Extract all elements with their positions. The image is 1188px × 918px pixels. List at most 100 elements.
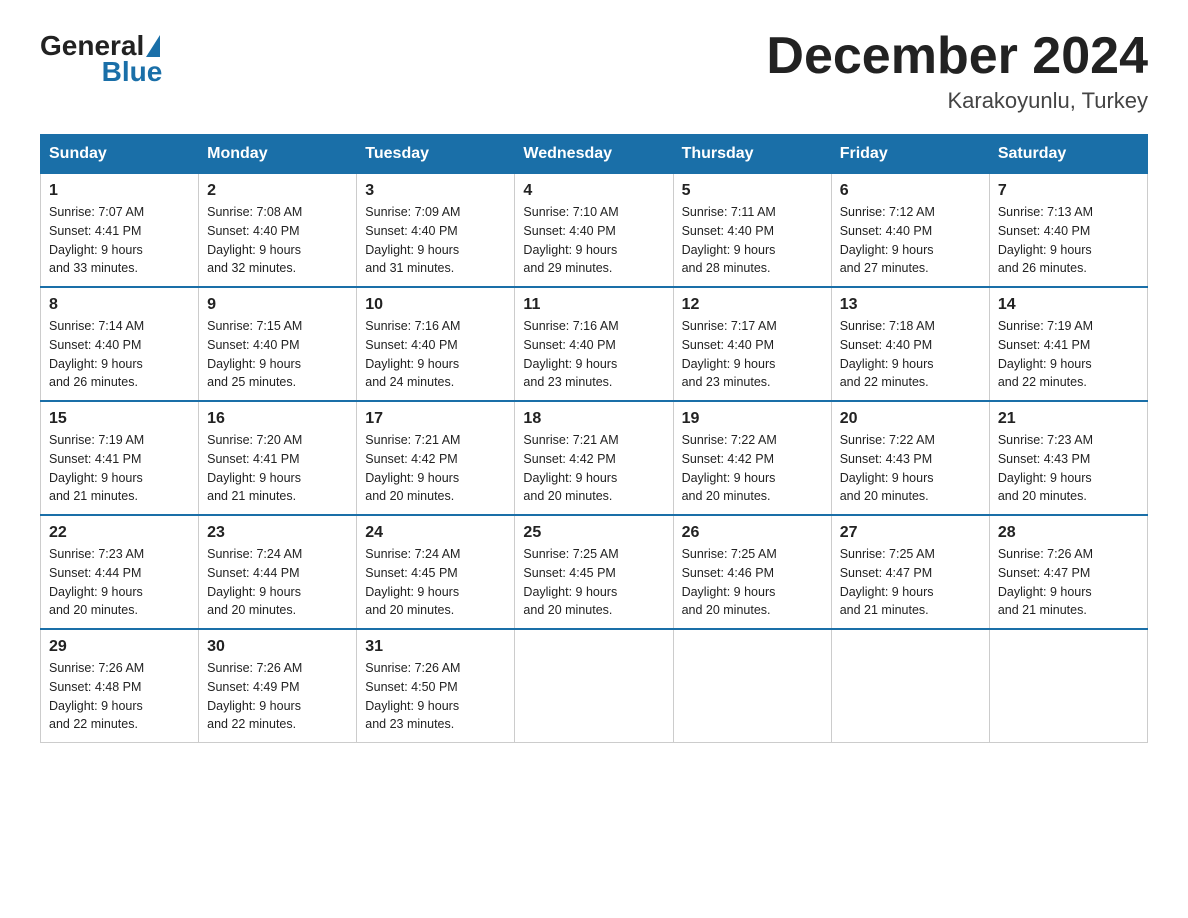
table-row bbox=[673, 629, 831, 743]
day-number: 2 bbox=[207, 182, 348, 200]
table-row: 11 Sunrise: 7:16 AM Sunset: 4:40 PM Dayl… bbox=[515, 287, 673, 401]
logo: General Blue bbox=[40, 30, 162, 88]
table-row bbox=[515, 629, 673, 743]
calendar-week-5: 29 Sunrise: 7:26 AM Sunset: 4:48 PM Dayl… bbox=[41, 629, 1148, 743]
day-info: Sunrise: 7:21 AM Sunset: 4:42 PM Dayligh… bbox=[523, 431, 664, 506]
day-number: 23 bbox=[207, 524, 348, 542]
table-row bbox=[831, 629, 989, 743]
header-row: Sunday Monday Tuesday Wednesday Thursday… bbox=[41, 135, 1148, 174]
page-header: General Blue December 2024 Karakoyunlu, … bbox=[40, 30, 1148, 114]
table-row: 5 Sunrise: 7:11 AM Sunset: 4:40 PM Dayli… bbox=[673, 174, 831, 288]
day-info: Sunrise: 7:09 AM Sunset: 4:40 PM Dayligh… bbox=[365, 203, 506, 278]
day-number: 3 bbox=[365, 182, 506, 200]
day-number: 31 bbox=[365, 638, 506, 656]
day-number: 30 bbox=[207, 638, 348, 656]
table-row: 28 Sunrise: 7:26 AM Sunset: 4:47 PM Dayl… bbox=[989, 515, 1147, 629]
day-info: Sunrise: 7:24 AM Sunset: 4:45 PM Dayligh… bbox=[365, 545, 506, 620]
day-number: 4 bbox=[523, 182, 664, 200]
table-row: 13 Sunrise: 7:18 AM Sunset: 4:40 PM Dayl… bbox=[831, 287, 989, 401]
table-row: 26 Sunrise: 7:25 AM Sunset: 4:46 PM Dayl… bbox=[673, 515, 831, 629]
month-title: December 2024 bbox=[766, 30, 1148, 82]
table-row: 16 Sunrise: 7:20 AM Sunset: 4:41 PM Dayl… bbox=[199, 401, 357, 515]
day-number: 28 bbox=[998, 524, 1139, 542]
day-number: 29 bbox=[49, 638, 190, 656]
title-area: December 2024 Karakoyunlu, Turkey bbox=[766, 30, 1148, 114]
day-info: Sunrise: 7:11 AM Sunset: 4:40 PM Dayligh… bbox=[682, 203, 823, 278]
day-number: 7 bbox=[998, 182, 1139, 200]
day-number: 14 bbox=[998, 296, 1139, 314]
table-row: 27 Sunrise: 7:25 AM Sunset: 4:47 PM Dayl… bbox=[831, 515, 989, 629]
day-info: Sunrise: 7:23 AM Sunset: 4:44 PM Dayligh… bbox=[49, 545, 190, 620]
day-info: Sunrise: 7:26 AM Sunset: 4:50 PM Dayligh… bbox=[365, 659, 506, 734]
table-row: 1 Sunrise: 7:07 AM Sunset: 4:41 PM Dayli… bbox=[41, 174, 199, 288]
table-row bbox=[989, 629, 1147, 743]
col-friday: Friday bbox=[831, 135, 989, 174]
day-info: Sunrise: 7:25 AM Sunset: 4:46 PM Dayligh… bbox=[682, 545, 823, 620]
table-row: 8 Sunrise: 7:14 AM Sunset: 4:40 PM Dayli… bbox=[41, 287, 199, 401]
day-info: Sunrise: 7:25 AM Sunset: 4:47 PM Dayligh… bbox=[840, 545, 981, 620]
table-row: 2 Sunrise: 7:08 AM Sunset: 4:40 PM Dayli… bbox=[199, 174, 357, 288]
table-row: 15 Sunrise: 7:19 AM Sunset: 4:41 PM Dayl… bbox=[41, 401, 199, 515]
day-info: Sunrise: 7:17 AM Sunset: 4:40 PM Dayligh… bbox=[682, 317, 823, 392]
day-number: 11 bbox=[523, 296, 664, 314]
day-info: Sunrise: 7:12 AM Sunset: 4:40 PM Dayligh… bbox=[840, 203, 981, 278]
col-monday: Monday bbox=[199, 135, 357, 174]
col-saturday: Saturday bbox=[989, 135, 1147, 174]
day-info: Sunrise: 7:21 AM Sunset: 4:42 PM Dayligh… bbox=[365, 431, 506, 506]
day-number: 5 bbox=[682, 182, 823, 200]
table-row: 20 Sunrise: 7:22 AM Sunset: 4:43 PM Dayl… bbox=[831, 401, 989, 515]
table-row: 29 Sunrise: 7:26 AM Sunset: 4:48 PM Dayl… bbox=[41, 629, 199, 743]
day-info: Sunrise: 7:22 AM Sunset: 4:42 PM Dayligh… bbox=[682, 431, 823, 506]
table-row: 9 Sunrise: 7:15 AM Sunset: 4:40 PM Dayli… bbox=[199, 287, 357, 401]
table-row: 17 Sunrise: 7:21 AM Sunset: 4:42 PM Dayl… bbox=[357, 401, 515, 515]
logo-triangle-icon bbox=[146, 35, 160, 57]
day-number: 10 bbox=[365, 296, 506, 314]
table-row: 23 Sunrise: 7:24 AM Sunset: 4:44 PM Dayl… bbox=[199, 515, 357, 629]
day-info: Sunrise: 7:19 AM Sunset: 4:41 PM Dayligh… bbox=[998, 317, 1139, 392]
day-number: 25 bbox=[523, 524, 664, 542]
day-info: Sunrise: 7:24 AM Sunset: 4:44 PM Dayligh… bbox=[207, 545, 348, 620]
day-info: Sunrise: 7:25 AM Sunset: 4:45 PM Dayligh… bbox=[523, 545, 664, 620]
table-row: 3 Sunrise: 7:09 AM Sunset: 4:40 PM Dayli… bbox=[357, 174, 515, 288]
day-info: Sunrise: 7:20 AM Sunset: 4:41 PM Dayligh… bbox=[207, 431, 348, 506]
day-number: 13 bbox=[840, 296, 981, 314]
day-info: Sunrise: 7:19 AM Sunset: 4:41 PM Dayligh… bbox=[49, 431, 190, 506]
col-sunday: Sunday bbox=[41, 135, 199, 174]
day-number: 16 bbox=[207, 410, 348, 428]
day-info: Sunrise: 7:16 AM Sunset: 4:40 PM Dayligh… bbox=[523, 317, 664, 392]
day-number: 24 bbox=[365, 524, 506, 542]
day-info: Sunrise: 7:07 AM Sunset: 4:41 PM Dayligh… bbox=[49, 203, 190, 278]
table-row: 21 Sunrise: 7:23 AM Sunset: 4:43 PM Dayl… bbox=[989, 401, 1147, 515]
day-number: 6 bbox=[840, 182, 981, 200]
day-number: 26 bbox=[682, 524, 823, 542]
table-row: 4 Sunrise: 7:10 AM Sunset: 4:40 PM Dayli… bbox=[515, 174, 673, 288]
table-row: 24 Sunrise: 7:24 AM Sunset: 4:45 PM Dayl… bbox=[357, 515, 515, 629]
day-number: 21 bbox=[998, 410, 1139, 428]
day-info: Sunrise: 7:08 AM Sunset: 4:40 PM Dayligh… bbox=[207, 203, 348, 278]
day-info: Sunrise: 7:15 AM Sunset: 4:40 PM Dayligh… bbox=[207, 317, 348, 392]
day-number: 18 bbox=[523, 410, 664, 428]
day-number: 12 bbox=[682, 296, 823, 314]
day-info: Sunrise: 7:16 AM Sunset: 4:40 PM Dayligh… bbox=[365, 317, 506, 392]
day-number: 27 bbox=[840, 524, 981, 542]
table-row: 18 Sunrise: 7:21 AM Sunset: 4:42 PM Dayl… bbox=[515, 401, 673, 515]
day-number: 1 bbox=[49, 182, 190, 200]
day-info: Sunrise: 7:10 AM Sunset: 4:40 PM Dayligh… bbox=[523, 203, 664, 278]
table-row: 10 Sunrise: 7:16 AM Sunset: 4:40 PM Dayl… bbox=[357, 287, 515, 401]
calendar-table: Sunday Monday Tuesday Wednesday Thursday… bbox=[40, 134, 1148, 743]
day-number: 20 bbox=[840, 410, 981, 428]
table-row: 22 Sunrise: 7:23 AM Sunset: 4:44 PM Dayl… bbox=[41, 515, 199, 629]
table-row: 25 Sunrise: 7:25 AM Sunset: 4:45 PM Dayl… bbox=[515, 515, 673, 629]
location: Karakoyunlu, Turkey bbox=[766, 88, 1148, 114]
table-row: 12 Sunrise: 7:17 AM Sunset: 4:40 PM Dayl… bbox=[673, 287, 831, 401]
day-number: 19 bbox=[682, 410, 823, 428]
day-number: 15 bbox=[49, 410, 190, 428]
day-info: Sunrise: 7:14 AM Sunset: 4:40 PM Dayligh… bbox=[49, 317, 190, 392]
calendar-week-2: 8 Sunrise: 7:14 AM Sunset: 4:40 PM Dayli… bbox=[41, 287, 1148, 401]
day-number: 17 bbox=[365, 410, 506, 428]
day-info: Sunrise: 7:22 AM Sunset: 4:43 PM Dayligh… bbox=[840, 431, 981, 506]
day-info: Sunrise: 7:23 AM Sunset: 4:43 PM Dayligh… bbox=[998, 431, 1139, 506]
table-row: 14 Sunrise: 7:19 AM Sunset: 4:41 PM Dayl… bbox=[989, 287, 1147, 401]
day-number: 22 bbox=[49, 524, 190, 542]
table-row: 7 Sunrise: 7:13 AM Sunset: 4:40 PM Dayli… bbox=[989, 174, 1147, 288]
